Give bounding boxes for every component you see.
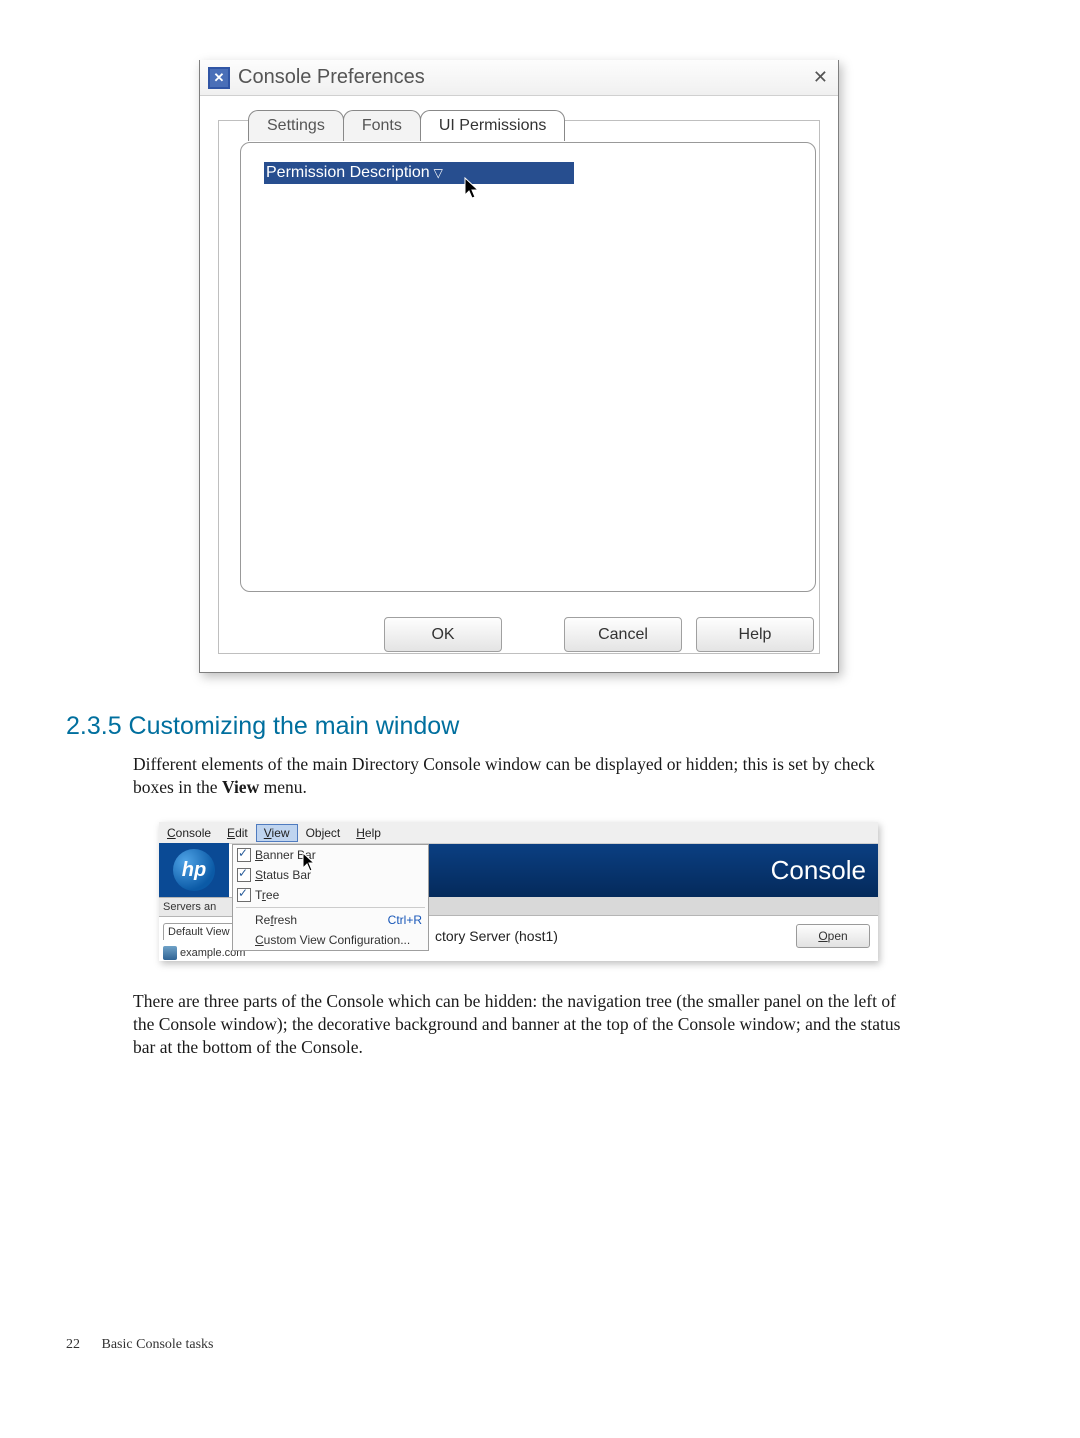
body-paragraph-2: There are three parts of the Console whi… <box>133 990 903 1059</box>
menu-item-custom-view-config[interactable]: Custom View Configuration... <box>233 930 428 950</box>
menu-item-status-bar[interactable]: Status Bar <box>233 865 428 885</box>
hp-logo-icon: hp <box>173 849 215 891</box>
para1-bold: View <box>222 777 259 797</box>
left-pane: hp Servers an Default View example.com <box>159 843 232 961</box>
database-icon <box>163 946 177 960</box>
close-icon[interactable]: ✕ <box>813 67 828 88</box>
menu-bar: Console Edit View Object Help <box>159 822 878 844</box>
app-icon <box>208 67 230 89</box>
tab-settings[interactable]: Settings <box>248 110 344 141</box>
menu-console[interactable]: Console <box>159 824 219 842</box>
tab-default-view[interactable]: Default View <box>163 923 235 940</box>
menu-shortcut: Ctrl+R <box>388 913 422 927</box>
body-paragraph-1: Different elements of the main Directory… <box>133 753 903 799</box>
console-banner: Console <box>427 844 878 897</box>
dialog-button-row: OK Cancel Help <box>200 617 838 652</box>
menu-edit[interactable]: Edit <box>219 824 256 842</box>
cancel-button[interactable]: Cancel <box>564 617 682 652</box>
console-view-menu-screenshot: Console Edit View Object Help hp Servers… <box>159 822 878 961</box>
tab-fonts[interactable]: Fonts <box>343 110 421 141</box>
servers-label: Servers an <box>159 897 233 917</box>
dialog-titlebar: Console Preferences ✕ <box>200 60 838 96</box>
para1-post: menu. <box>259 777 307 797</box>
menu-item-tree[interactable]: Tree <box>233 885 428 905</box>
dialog-title: Console Preferences <box>238 66 425 89</box>
content-row: ctory Server (host1) Open <box>427 922 878 950</box>
menu-item-banner-bar[interactable]: Banner Bar <box>233 845 428 865</box>
default-view-tab-area: Default View <box>159 917 229 941</box>
content-server-label: ctory Server (host1) <box>435 928 558 944</box>
checkbox-checked-icon <box>237 888 251 902</box>
menu-separator <box>236 907 425 908</box>
view-menu-dropdown: Banner Bar Status Bar Tree Refresh Ctrl+… <box>232 844 429 951</box>
console-preferences-dialog: Console Preferences ✕ Settings Fonts UI … <box>199 60 839 673</box>
checkbox-checked-icon <box>237 848 251 862</box>
menu-view[interactable]: View <box>256 824 298 842</box>
mouse-cursor-icon <box>302 852 318 874</box>
menu-object[interactable]: Object <box>298 824 349 842</box>
open-button[interactable]: Open <box>796 924 870 948</box>
tab-panel <box>240 142 816 592</box>
banner-lower-strip <box>427 897 878 916</box>
section-heading: 2.3.5 Customizing the main window <box>66 712 459 741</box>
page-footer: 22 Basic Console tasks <box>66 1337 214 1353</box>
help-button[interactable]: Help <box>696 617 814 652</box>
column-header-permission-description[interactable]: Permission Description ▽ <box>264 162 574 184</box>
sort-descending-icon: ▽ <box>434 166 443 180</box>
tab-ui-permissions[interactable]: UI Permissions <box>420 110 566 141</box>
footer-title: Basic Console tasks <box>102 1337 214 1352</box>
ok-button[interactable]: OK <box>384 617 502 652</box>
mouse-cursor-icon <box>464 177 482 201</box>
menu-help[interactable]: Help <box>348 824 389 842</box>
menu-item-refresh[interactable]: Refresh Ctrl+R <box>233 910 428 930</box>
checkbox-checked-icon <box>237 868 251 882</box>
page-number: 22 <box>66 1337 80 1352</box>
brand-box: hp <box>159 843 229 897</box>
tab-row: Settings Fonts UI Permissions <box>248 110 564 141</box>
column-header-label: Permission Description <box>266 164 430 182</box>
